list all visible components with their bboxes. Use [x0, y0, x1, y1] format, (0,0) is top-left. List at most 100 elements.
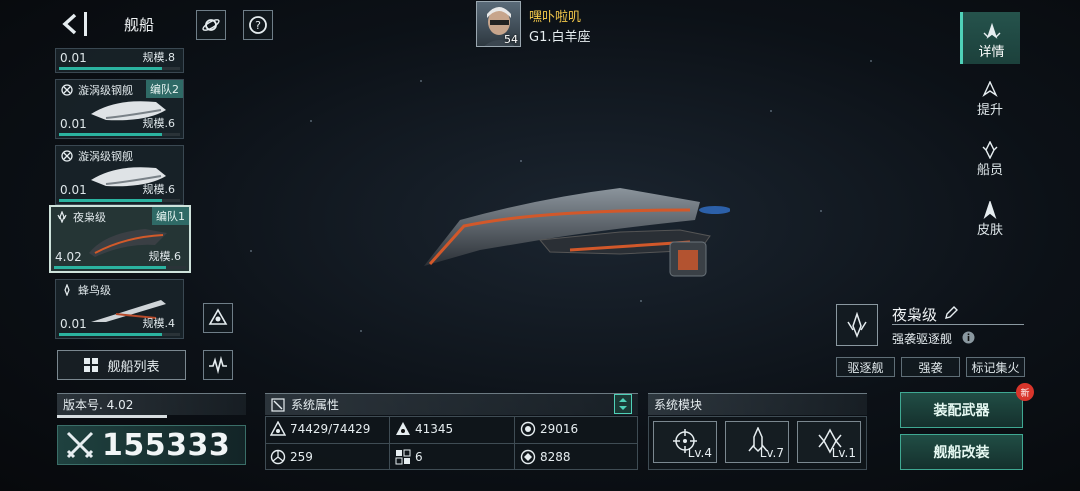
ship-card-value: 0.01: [60, 51, 87, 65]
firepower-icon: [396, 422, 410, 435]
stat-armor: 74429/74429: [270, 421, 370, 437]
ship-refit-button[interactable]: 舰船改装: [900, 434, 1023, 470]
class-icon: [55, 210, 68, 223]
ship-card[interactable]: 0.01 规模.8: [55, 48, 184, 73]
ship-card-bar: [59, 67, 180, 70]
speed-icon: [270, 449, 286, 465]
tab-crew[interactable]: 船员: [960, 130, 1020, 182]
ship-card-scale: 规模.6: [142, 117, 176, 130]
target-icon: [520, 449, 536, 465]
help-button[interactable]: ?: [243, 10, 273, 40]
version-header: 版本号. 4.02: [57, 393, 246, 415]
ship-card-bar: [54, 266, 186, 269]
tab-label: 皮肤: [976, 223, 1003, 238]
ship-tag: 驱逐舰: [836, 357, 895, 377]
ship-type-text: 强袭驱逐舰: [892, 332, 953, 346]
planet-button[interactable]: [196, 10, 226, 40]
stat-value: 8288: [540, 450, 571, 464]
tab-details[interactable]: 详情: [960, 12, 1020, 64]
attributes-header: 系统属性: [265, 393, 638, 415]
ship-card-value: 0.01: [60, 317, 87, 331]
ship-model-image: [424, 188, 730, 277]
ship-list-button[interactable]: 舰船列表: [57, 350, 186, 380]
tab-label: 详情: [978, 45, 1005, 60]
info-icon[interactable]: [962, 331, 975, 344]
attributes-toggle-button[interactable]: [614, 394, 632, 414]
player-name: 嘿卟啦叽: [529, 10, 582, 25]
module-slot[interactable]: Lv.1: [797, 421, 861, 463]
ship-list-label: 舰船列表: [107, 359, 160, 375]
grid-icon: [395, 449, 411, 465]
ship-class-badge: [836, 304, 878, 346]
signal-button[interactable]: [203, 350, 233, 380]
module-slot[interactable]: Lv.7: [725, 421, 789, 463]
back-divider: [84, 12, 87, 36]
waveform-icon: [209, 355, 227, 375]
planet-icon: [202, 19, 220, 31]
fleet-filter-button[interactable]: [203, 303, 233, 333]
modules-title: 系统模块: [654, 398, 703, 412]
new-badge: 新: [1016, 383, 1034, 401]
ship-name-text: 夜枭级: [892, 306, 938, 324]
stat-value: 259: [290, 450, 313, 464]
tab-label: 船员: [976, 163, 1003, 178]
page-title: 舰船: [124, 16, 155, 34]
player-avatar[interactable]: 54: [476, 1, 521, 47]
fleet-icon: [208, 308, 228, 325]
back-button[interactable]: [58, 10, 82, 38]
stat-value: 29016: [540, 422, 579, 436]
stat-value: 74429/74429: [290, 422, 371, 436]
attributes-icon: [271, 397, 285, 412]
power-value: 155333: [102, 427, 231, 463]
ship-details-icon: [983, 23, 1000, 39]
ship-card-scale: 规模.4: [142, 317, 176, 330]
stat-grid: 6: [395, 449, 423, 465]
crossed-swords-icon: [66, 431, 94, 459]
ship-card-value: 0.01: [60, 117, 87, 131]
ship-card[interactable]: 漩涡级钢舰 编队2 0.01 规模.6: [55, 79, 184, 139]
back-arrow-icon: [62, 13, 77, 35]
class-icon: [60, 283, 73, 296]
tab-skin[interactable]: 皮肤: [960, 190, 1020, 242]
skin-icon: [983, 201, 997, 219]
armor-icon: [270, 421, 286, 436]
stat-value: 41345: [415, 422, 454, 436]
shield-icon: [520, 421, 536, 437]
stat-speed: 259: [270, 449, 313, 465]
svg-text:?: ?: [255, 19, 261, 32]
player-server: G1.白羊座: [529, 30, 591, 45]
ship-card-bar: [59, 199, 180, 202]
sort-arrows-icon: [619, 398, 627, 410]
tab-upgrade[interactable]: 提升: [960, 70, 1020, 122]
ship-card-bar: [59, 133, 180, 136]
ship-card-bar: [59, 333, 180, 336]
module-level: Lv.4: [687, 446, 712, 460]
crew-icon: [982, 141, 998, 159]
destroyer-class-icon: [847, 312, 867, 338]
edit-icon[interactable]: [944, 306, 958, 320]
ship-type: 强袭驱逐舰: [892, 330, 952, 347]
equip-weapons-button[interactable]: 装配武器: [900, 392, 1023, 428]
ship-card-scale: 规模.6: [148, 250, 182, 263]
ship-card[interactable]: 漩涡级钢舰 0.01 规模.6: [55, 145, 184, 205]
stat-value: 6: [415, 450, 423, 464]
help-icon: ?: [249, 16, 267, 34]
stat-target: 8288: [520, 449, 571, 465]
version-label: 版本号. 4.02: [63, 398, 134, 412]
module-level: Lv.7: [759, 446, 784, 460]
class-icon: [60, 83, 73, 96]
modules-header: 系统模块: [648, 393, 867, 415]
grid-icon: [84, 358, 99, 372]
module-level: Lv.1: [831, 446, 856, 460]
ship-card[interactable]: 蜂鸟级 0.01 规模.4: [55, 279, 184, 339]
ship-card-selected[interactable]: 夜枭级 编队1 4.02 规模.6: [49, 205, 191, 273]
ship-card-value: 0.01: [60, 183, 87, 197]
class-icon: [60, 149, 73, 162]
ship-card-scale: 规模.6: [142, 183, 176, 196]
equip-weapons-label: 装配武器: [933, 403, 990, 419]
upgrade-icon: [982, 81, 998, 97]
attributes-title: 系统属性: [291, 398, 340, 412]
ship-tag: 标记集火: [966, 357, 1025, 377]
player-level: 54: [504, 33, 518, 46]
module-slot[interactable]: Lv.4: [653, 421, 717, 463]
